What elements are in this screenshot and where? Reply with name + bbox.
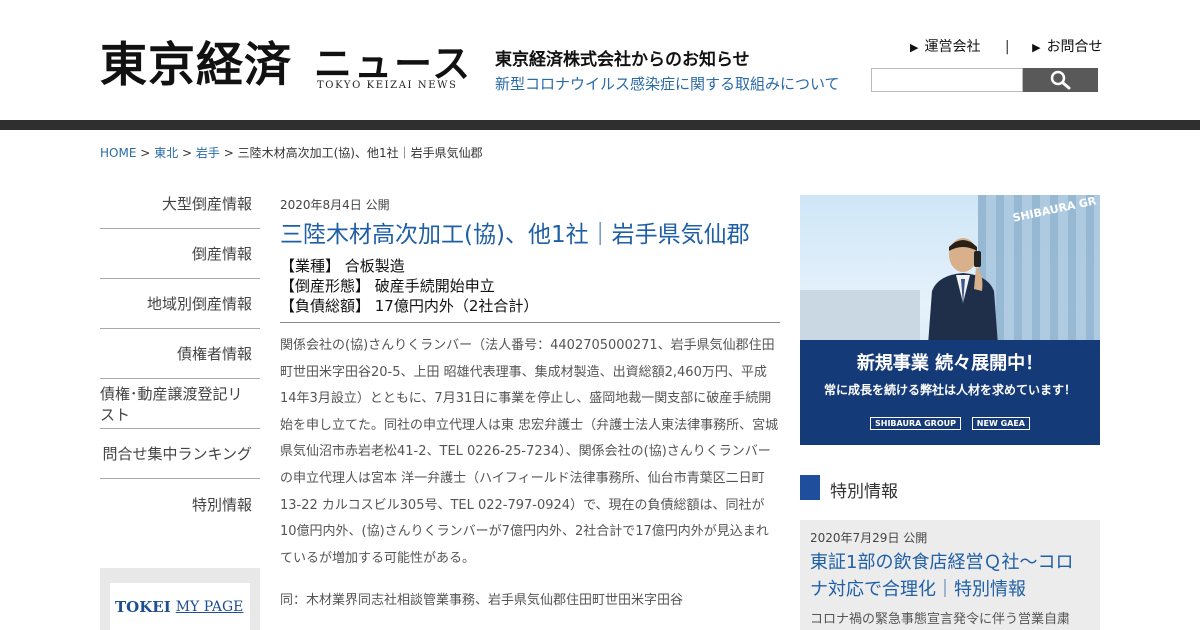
breadcrumb-current: 三陸木材高次加工(協)、他1社｜岩手県気仙郡 [237,146,483,160]
section-title: 特別情報 [830,482,898,502]
special-date: 2020年7月29日 公開 [810,531,928,545]
article-facts: 【業種】 合板製造 【倒産形態】 破産手続開始申立 【負債総額】 17億円内外（… [280,256,780,316]
mypage-label: MY PAGE [175,598,244,615]
triangle-icon: ▶ [1032,41,1041,54]
article-date: 2020年8月4日 公開 [280,198,390,212]
contact-link[interactable]: ▶ お問合せ [1032,36,1102,56]
fact-bankruptcy-type: 【倒産形態】 破産手続開始申立 [280,277,495,295]
mypage-brand: TOKEI [115,597,171,616]
section-marker [800,475,820,500]
sidebar-item-creditor[interactable]: 債権者情報 [100,329,260,379]
special-section-header: 特別情報 [800,475,1100,502]
breadcrumb-sep: > [140,146,151,160]
recruit-ad-banner[interactable]: SHIBAURA GR 新規事業 続々展開中！ 常に成長を続ける弊社は人材を求め… [800,195,1100,445]
ad-subline: 常に成長を続ける弊社は人材を求めています！ [823,383,1076,397]
site-logo[interactable]: 東京経済 ニュース TOKYO KEIZAI NEWS [100,38,470,96]
breadcrumb-region[interactable]: 東北 [154,146,178,160]
sidebar-nav: 大型倒産情報 倒産情報 地域別倒産情報 債権者情報 債権･動産譲渡登記リスト 問… [100,179,260,529]
search-icon [1050,70,1070,90]
triangle-icon: ▶ [910,41,919,54]
breadcrumb-prefecture[interactable]: 岩手 [196,146,220,160]
article-body: 関係会社の(協)さんりくランバー（法人番号：4402705000271、岩手県気… [280,338,779,566]
sidebar-item-bankruptcy[interactable]: 倒産情報 [100,229,260,279]
new-gaea-logo: NEW GAEA [971,417,1030,430]
breadcrumb: HOME > 東北 > 岩手 > 三陸木材高次加工(協)、他1社｜岩手県気仙郡 [100,144,483,161]
header-divider-bar [0,120,1200,130]
logo-main-text: 東京経済 [100,38,292,93]
shibaura-group-logo: SHIBAURA GROUP [870,417,961,430]
breadcrumb-home[interactable]: HOME [100,146,136,160]
notice-link[interactable]: 新型コロナウイルス感染症に関する取組みについて [495,74,855,94]
article-body-continued: 同：木材業界同志社相談管業事務、岩手県気仙郡住田町世田米字田谷 [280,593,684,609]
ad-logos: SHIBAURA GROUP NEW GAEA [800,417,1100,430]
sidebar-item-registry-list[interactable]: 債権･動産譲渡登記リスト [100,379,260,429]
search-form [871,68,1098,92]
logo-subtitle: TOKYO KEIZAI NEWS [317,80,458,91]
link-separator: | [1004,39,1010,55]
special-title[interactable]: 東証1部の飲食店経営Ｑ社～コロナ対応で合理化｜特別情報 [810,549,1090,603]
sidebar-item-special[interactable]: 特別情報 [100,479,260,529]
mypage-box: TOKEI MY PAGE [100,568,260,630]
search-button[interactable] [1023,68,1098,92]
notice-title: 東京経済株式会社からのお知らせ [495,50,750,70]
fact-industry: 【業種】 合板製造 [280,257,405,275]
company-link[interactable]: ▶ 運営会社 [910,36,980,56]
sidebar-item-large-bankruptcy[interactable]: 大型倒産情報 [100,179,260,229]
mypage-banner[interactable]: TOKEI MY PAGE [110,583,250,630]
ad-headline: 新規事業 続々展開中！ [856,353,1044,374]
search-input[interactable] [871,68,1023,92]
breadcrumb-sep: > [223,146,234,160]
article: 2020年8月4日 公開 三陸木材高次加工(協)、他1社｜岩手県気仙郡 【業種】… [280,196,780,615]
fact-debt: 【負債総額】 17億円内外（2社合計） [280,297,539,315]
special-article-card[interactable]: 2020年7月29日 公開 東証1部の飲食店経営Ｑ社～コロナ対応で合理化｜特別情… [800,520,1100,630]
breadcrumb-sep: > [181,146,193,160]
notice-block: 東京経済株式会社からのお知らせ 新型コロナウイルス感染症に関する取組みについて [495,48,855,94]
article-title: 三陸木材高次加工(協)、他1社｜岩手県気仙郡 [280,222,750,248]
sidebar-item-ranking[interactable]: 問合せ集中ランキング [100,429,260,479]
top-links: ▶ 運営会社 | ▶ お問合せ [910,36,1103,56]
article-divider [280,322,780,323]
businessman-photo [928,238,998,345]
sidebar-item-regional[interactable]: 地域別倒産情報 [100,279,260,329]
special-desc: コロナ禍の緊急事態宣言発令に伴う営業自粛 [810,612,1071,627]
